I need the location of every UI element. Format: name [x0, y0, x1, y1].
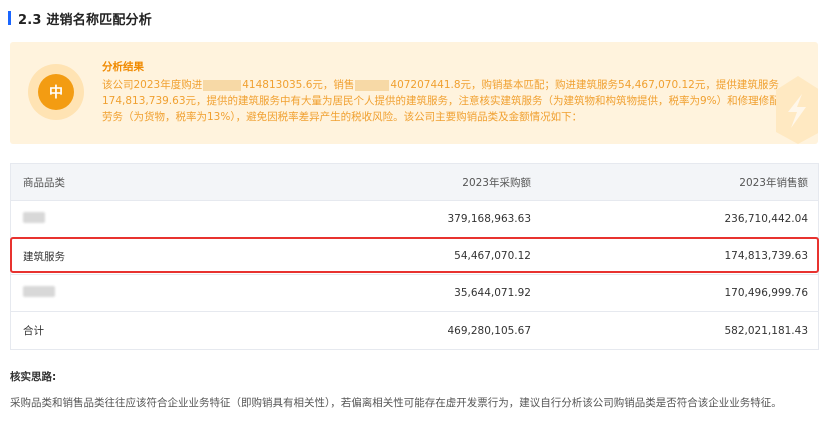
section-title-text: 2.3 进销名称匹配分析: [18, 12, 152, 28]
row-category: 合计: [23, 325, 44, 337]
header-purchase: 2023年采购额: [462, 176, 531, 189]
table-row: 建筑服务 54,467,070.12 174,813,739.63: [11, 238, 818, 275]
row-purchase: 379,168,963.63: [447, 213, 532, 225]
blurred-category: [23, 212, 45, 223]
title-accent-bar: [8, 11, 11, 25]
blurred-category: [23, 286, 55, 297]
table-row: 35,644,071.92 170,496,999.76: [11, 275, 818, 312]
analysis-result-panel: 中 分析结果 该公司2023年度购进 414813035.6元，销售 4072074…: [10, 42, 818, 144]
redacted-block: [203, 79, 242, 91]
result-description: 该公司2023年度购进 414813035.6元，销售 407207441.8元，购…: [102, 77, 782, 125]
row-sales: 582,021,181.43: [724, 324, 809, 337]
row-category: 建筑服务: [23, 250, 65, 263]
result-text-part1: 该公司2023年度购进: [102, 79, 203, 91]
row-sales: 170,496,999.76: [724, 287, 809, 299]
row-category: [11, 286, 271, 300]
table-row: 379,168,963.63 236,710,442.04: [11, 201, 818, 238]
row-purchase: 35,644,071.92: [454, 287, 531, 299]
risk-grade-badge: 中: [28, 64, 84, 120]
row-category: [11, 212, 271, 226]
row-sales: 174,813,739.63: [724, 250, 809, 262]
section-title: 2.3 进销名称匹配分析: [8, 8, 152, 28]
verify-idea-text: 采购品类和销售品类往往应该符合企业业务特征（即购销具有相关性），若偏离相关性可能…: [10, 397, 782, 409]
verify-idea-title: 核实思路:: [10, 371, 57, 383]
result-purchase-amount: 414813035.6元，销售: [242, 79, 355, 91]
header-category: 商品品类: [23, 176, 65, 189]
row-sales: 236,710,442.04: [724, 213, 809, 225]
table-total-row: 合计 469,280,105.67 582,021,181.43: [11, 312, 818, 349]
row-purchase: 54,467,070.12: [454, 250, 531, 262]
row-purchase: 469,280,105.67: [447, 324, 532, 337]
result-heading: 分析结果: [102, 61, 144, 73]
redacted-block: [355, 79, 390, 91]
header-sales: 2023年销售额: [739, 176, 808, 189]
table-header-row: 商品品类 2023年采购额 2023年销售额: [11, 164, 818, 201]
category-table: 商品品类 2023年采购额 2023年销售额 379,168,963.63 23…: [10, 163, 819, 350]
risk-grade-text: 中: [38, 74, 74, 110]
lightning-watermark-icon: [776, 76, 818, 144]
